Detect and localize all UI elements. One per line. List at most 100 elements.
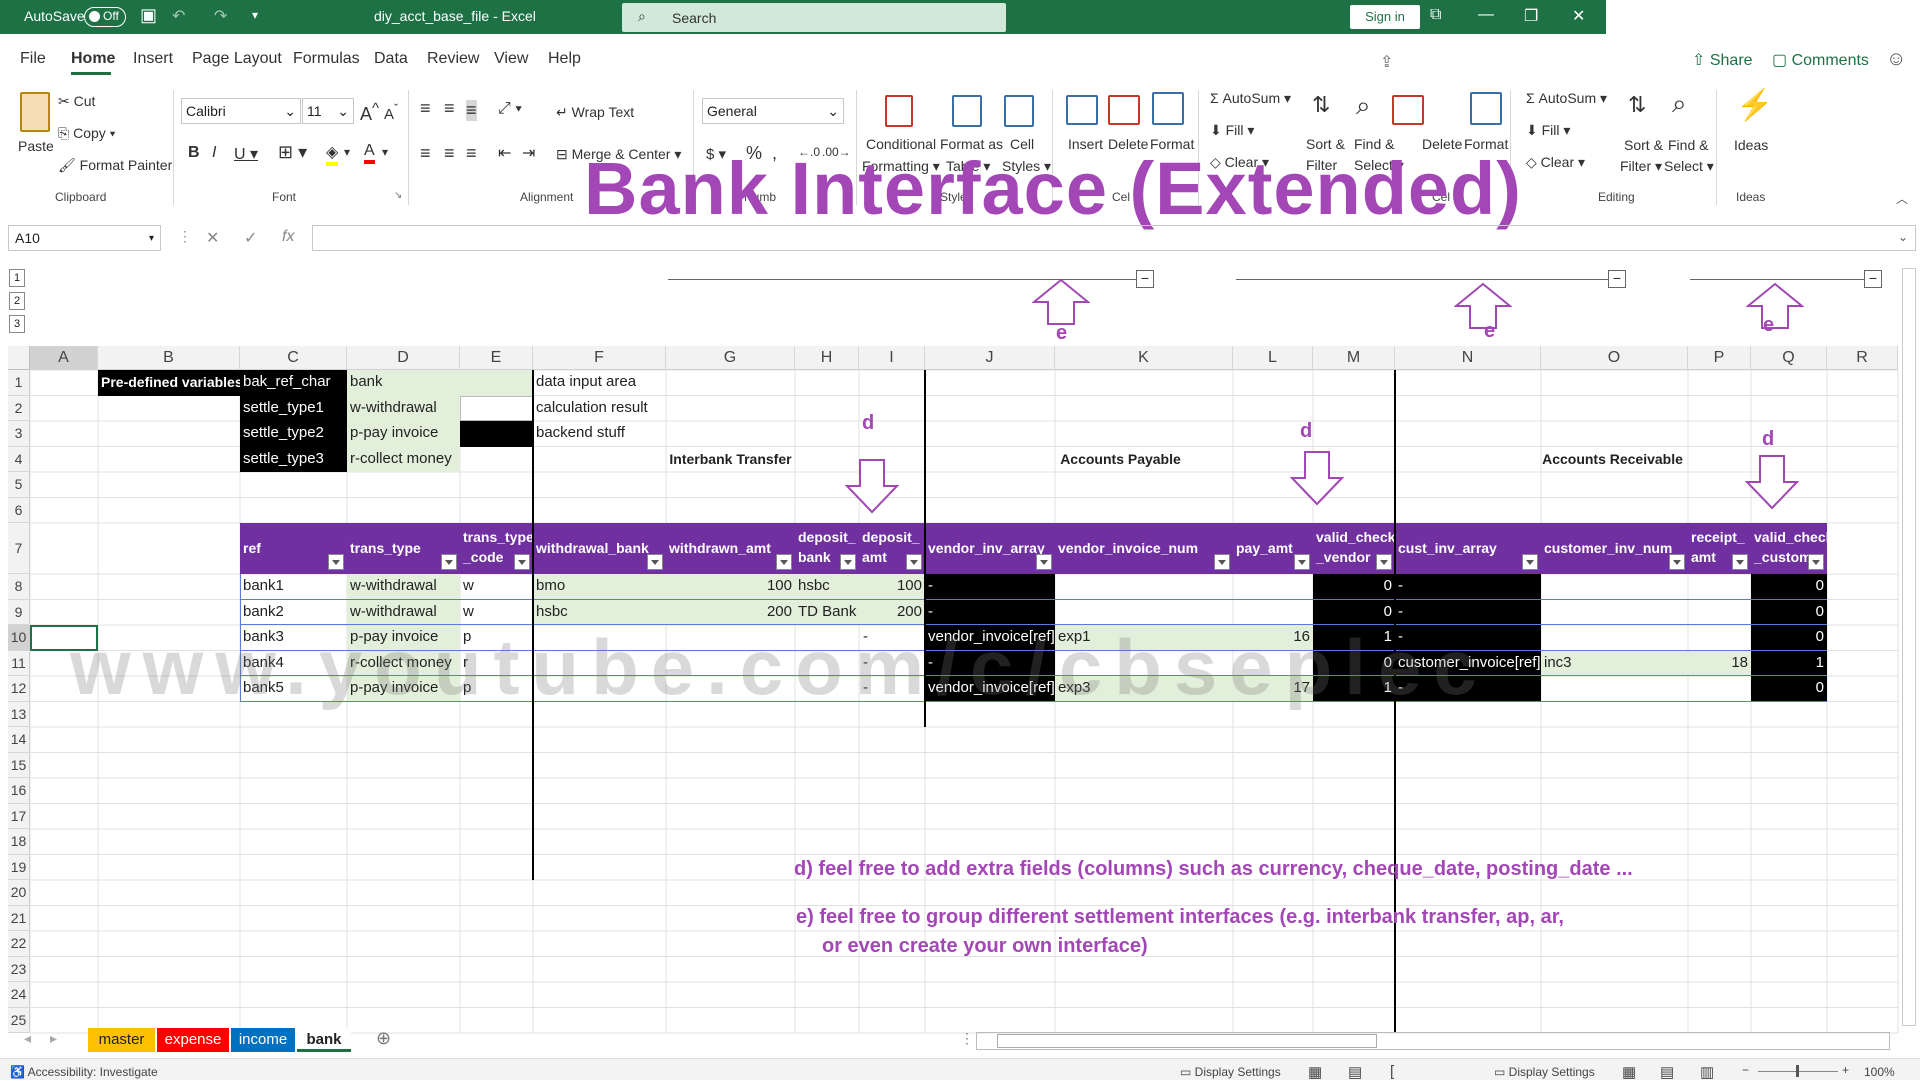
sign-in-button[interactable]: Sign in xyxy=(1350,5,1420,29)
column-header-m[interactable]: M xyxy=(1313,346,1395,370)
number-format-dropdown[interactable]: General ⌄ xyxy=(702,98,844,124)
filter-dropdown-icon[interactable] xyxy=(1214,554,1230,570)
sort-filter-button-2[interactable]: Sort & xyxy=(1624,137,1663,153)
conditional-formatting-icon[interactable] xyxy=(885,95,913,127)
borders-icon[interactable]: ⊞ ▾ xyxy=(278,142,307,163)
cell-valid-check-customer[interactable]: 0 xyxy=(1751,676,1827,702)
filter-dropdown-icon[interactable] xyxy=(514,554,530,570)
outline-collapse-button[interactable]: − xyxy=(1608,270,1626,288)
cell-receipt-amt[interactable]: 18 xyxy=(1688,650,1751,676)
row-header-17[interactable]: 17 xyxy=(8,803,30,829)
row-header-1[interactable]: 1 xyxy=(8,370,30,396)
page-break-view-icon-2[interactable]: ▥ xyxy=(1700,1063,1714,1081)
italic-icon[interactable]: I xyxy=(212,144,216,162)
page-layout-view-icon-2[interactable]: ▤ xyxy=(1660,1063,1674,1081)
predefined-var-name[interactable]: settle_type3 xyxy=(240,446,347,472)
align-center-icon[interactable]: ≡ xyxy=(444,143,455,164)
row-header-11[interactable]: 11 xyxy=(8,650,30,676)
decrease-indent-icon[interactable]: ⇤ xyxy=(498,143,511,163)
row-header-14[interactable]: 14 xyxy=(8,727,30,753)
cell-valid-check-customer[interactable]: 0 xyxy=(1751,625,1827,651)
align-left-icon[interactable]: ≡ xyxy=(420,143,431,164)
cell-vendor-invoice-num[interactable] xyxy=(1055,574,1233,600)
outline-collapse-button[interactable]: − xyxy=(1864,270,1882,288)
predefined-var-name[interactable]: bak_ref_char xyxy=(240,370,347,396)
column-header-f[interactable]: F xyxy=(533,346,666,370)
cell-cust-inv-array[interactable]: - xyxy=(1395,574,1541,600)
column-header-d[interactable]: D xyxy=(347,346,460,370)
formula-input[interactable] xyxy=(312,225,1916,251)
align-top-icon[interactable]: ≡ xyxy=(420,98,431,119)
cell-valid-check-customer[interactable]: 1 xyxy=(1751,650,1827,676)
menu-tab-page-layout[interactable]: Page Layout xyxy=(192,50,282,68)
accessibility-status[interactable]: ♿ Accessibility: Investigate xyxy=(10,1065,158,1079)
filter-dropdown-icon[interactable] xyxy=(647,554,663,570)
filter-dropdown-icon[interactable] xyxy=(1376,554,1392,570)
cell-customer-inv-num[interactable] xyxy=(1541,574,1688,600)
column-header-b[interactable]: B xyxy=(98,346,240,370)
insert-function-icon[interactable]: fx xyxy=(282,228,294,246)
zoom-level[interactable]: 100% xyxy=(1864,1065,1895,1079)
legend-calc-swatch[interactable] xyxy=(460,395,533,421)
zoom-out-icon[interactable]: − xyxy=(1742,1063,1749,1077)
menu-tab-help[interactable]: Help xyxy=(548,50,581,68)
undo-icon[interactable]: ↶ xyxy=(172,6,185,26)
row-header-9[interactable]: 9 xyxy=(8,599,30,625)
filter-dropdown-icon[interactable] xyxy=(1732,554,1748,570)
outline-level-3[interactable]: 3 xyxy=(9,315,25,333)
page-break-view-icon[interactable]: [ xyxy=(1390,1063,1394,1080)
increase-indent-icon[interactable]: ⇥ xyxy=(522,143,535,163)
name-box[interactable]: A10 ▾ xyxy=(8,225,161,251)
predefined-label[interactable]: Pre-defined variables xyxy=(98,370,240,396)
cell-ref[interactable]: bank1 xyxy=(240,574,347,600)
normal-view-icon-2[interactable]: ▦ xyxy=(1622,1063,1636,1081)
outline-collapse-button[interactable]: − xyxy=(1136,270,1154,288)
autosum-button[interactable]: Σ AutoSum ▾ xyxy=(1210,90,1291,107)
menu-tab-view[interactable]: View xyxy=(494,50,528,68)
section-accounts-payable[interactable]: Accounts Payable xyxy=(925,447,1313,473)
filter-dropdown-icon[interactable] xyxy=(1808,554,1824,570)
display-settings-button-2[interactable]: ▭ Display Settings xyxy=(1494,1065,1595,1079)
cell-trans-type-code[interactable]: w xyxy=(460,574,533,600)
row-header-19[interactable]: 19 xyxy=(8,854,30,880)
cut-button[interactable]: ✂ Cut xyxy=(58,93,95,110)
column-header-l[interactable]: L xyxy=(1233,346,1313,370)
wrap-text-button[interactable]: ↵ Wrap Text xyxy=(556,104,634,121)
save-icon[interactable]: ▣ xyxy=(140,5,157,26)
row-header-20[interactable]: 20 xyxy=(8,880,30,906)
column-header-k[interactable]: K xyxy=(1055,346,1233,370)
row-header-16[interactable]: 16 xyxy=(8,778,30,804)
column-header-j[interactable]: J xyxy=(925,346,1055,370)
header-cust-inv-array[interactable]: cust_inv_array xyxy=(1395,523,1541,574)
grow-font-icon[interactable]: A^ xyxy=(360,100,379,125)
fill-button[interactable]: ⬇ Fill ▾ xyxy=(1210,122,1254,139)
font-color-dropdown-icon[interactable]: ▾ xyxy=(382,145,388,159)
search-box[interactable]: ⌕ Search xyxy=(622,3,1006,32)
row-header-18[interactable]: 18 xyxy=(8,829,30,855)
row-header-2[interactable]: 2 xyxy=(8,395,30,421)
zoom-slider-thumb[interactable] xyxy=(1796,1065,1799,1077)
enter-icon[interactable]: ✓ xyxy=(244,228,257,248)
ideas-icon[interactable]: ⚡ xyxy=(1736,88,1773,123)
autosave-toggle[interactable]: Off xyxy=(84,7,126,27)
legend-backend-swatch[interactable] xyxy=(460,421,533,447)
copy-button[interactable]: ⎘ Copy ▾ xyxy=(58,125,116,142)
cell-receipt-amt[interactable] xyxy=(1688,676,1751,702)
predefined-var-name[interactable]: settle_type2 xyxy=(240,421,347,447)
legend-input-swatch[interactable] xyxy=(460,370,533,396)
align-bottom-icon[interactable]: ≡ xyxy=(466,100,477,121)
share-page-icon[interactable]: ⇪ xyxy=(1380,52,1393,72)
autosum-button-2[interactable]: Σ AutoSum ▾ xyxy=(1526,90,1607,107)
cell-valid-check-customer[interactable]: 0 xyxy=(1751,574,1827,600)
cell-receipt-amt[interactable] xyxy=(1688,574,1751,600)
sheet-tab-expense[interactable]: expense xyxy=(157,1028,229,1052)
share-button[interactable]: ⇧ Share xyxy=(1692,50,1753,70)
filter-dropdown-icon[interactable] xyxy=(328,554,344,570)
format-cells-icon[interactable] xyxy=(1152,92,1184,125)
row-header-4[interactable]: 4 xyxy=(8,446,30,472)
display-settings-button[interactable]: ▭ Display Settings xyxy=(1180,1065,1281,1079)
fill-color-dropdown-icon[interactable]: ▾ xyxy=(344,145,350,159)
column-header-c[interactable]: C xyxy=(240,346,347,370)
delete-cells-icon[interactable] xyxy=(1108,95,1140,125)
horizontal-scrollbar[interactable] xyxy=(976,1032,1890,1050)
